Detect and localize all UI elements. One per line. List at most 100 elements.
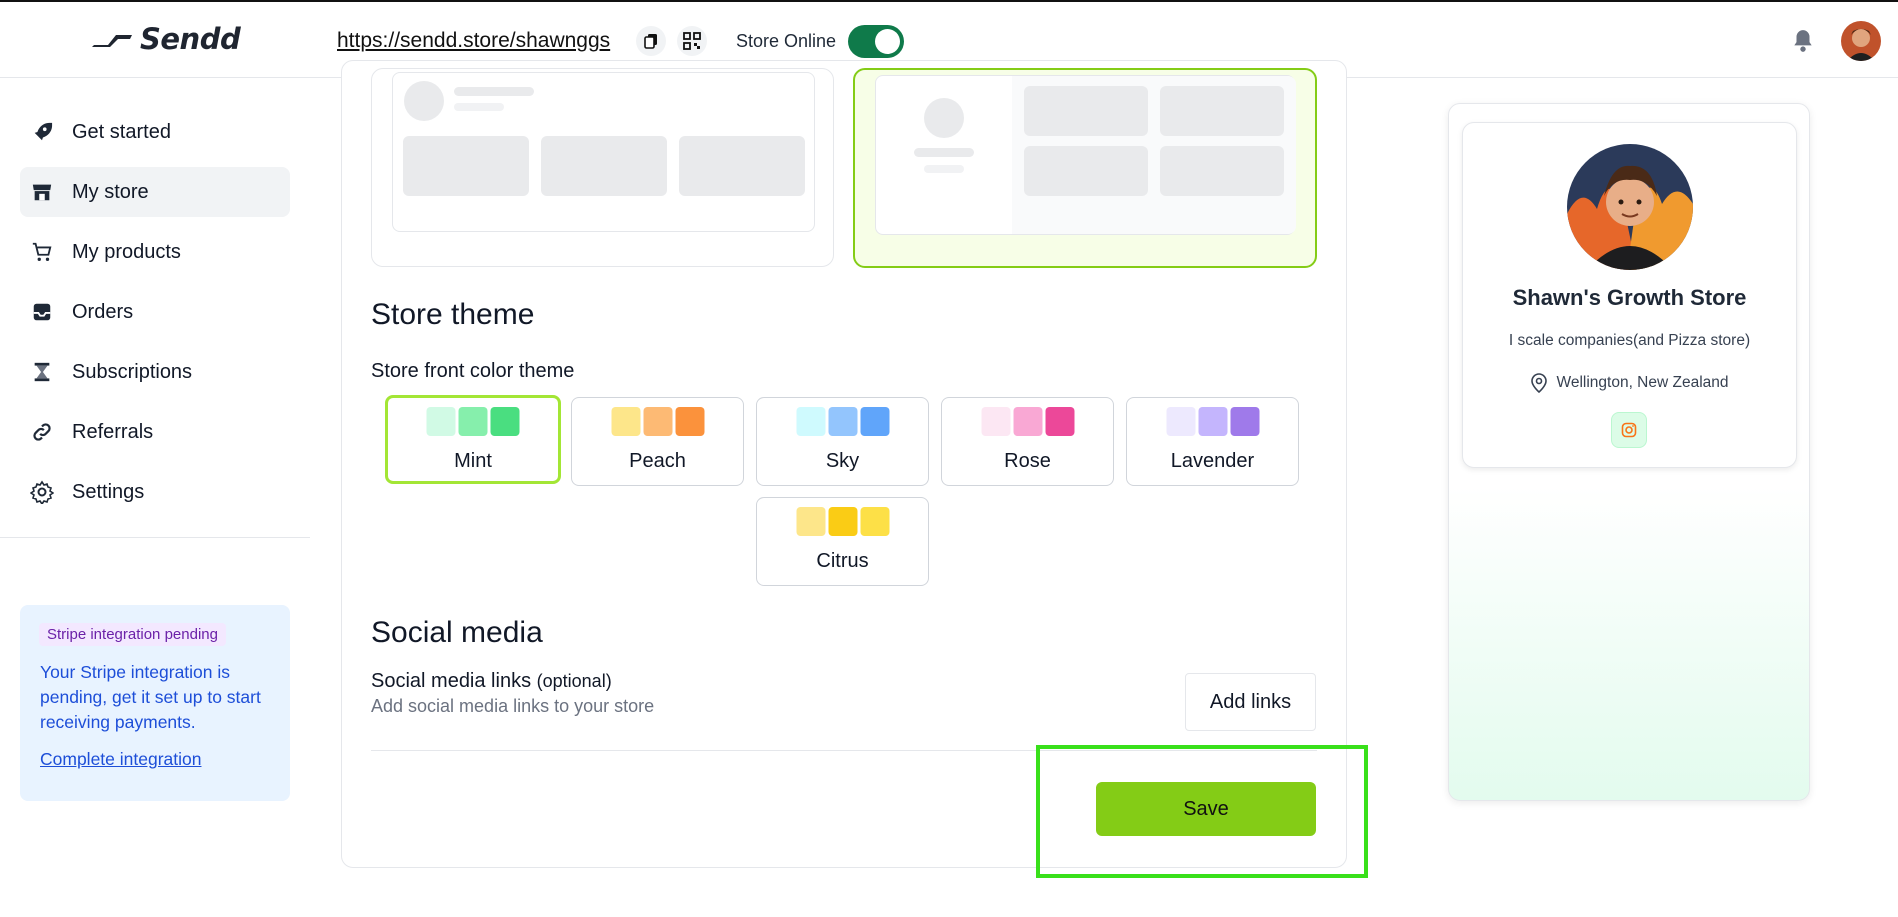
rocket-icon <box>30 120 54 144</box>
sidebar-item-my-products[interactable]: My products <box>20 227 290 277</box>
theme-swatches <box>426 407 520 436</box>
skeleton-avatar <box>404 81 444 121</box>
sidebar-item-label: Subscriptions <box>72 360 193 383</box>
color-swatch <box>1013 407 1042 436</box>
theme-option-peach[interactable]: Peach <box>571 397 744 486</box>
theme-option-label: Peach <box>629 450 686 472</box>
preview-avatar <box>1567 144 1693 270</box>
color-swatch <box>828 407 857 436</box>
skeleton-line <box>454 103 504 111</box>
store-theme-subtitle: Store front color theme <box>371 360 575 382</box>
sidebar-divider <box>0 537 310 538</box>
color-swatch <box>796 407 825 436</box>
color-swatch <box>1166 407 1195 436</box>
sidebar-item-get-started[interactable]: Get started <box>20 107 290 157</box>
logo-text: Sendd <box>140 22 241 56</box>
color-swatch <box>611 407 640 436</box>
preview-store-bio: I scale companies(and Pizza store) <box>1508 332 1751 349</box>
skeleton-block <box>1160 146 1284 196</box>
color-swatch <box>490 407 520 436</box>
stripe-notice: Stripe integration pending Your Stripe i… <box>20 605 290 801</box>
complete-integration-link[interactable]: Complete integration <box>40 749 270 770</box>
sidebar-item-referrals[interactable]: Referrals <box>20 407 290 457</box>
color-swatch <box>1045 407 1074 436</box>
notifications-button[interactable] <box>1790 28 1816 59</box>
theme-option-label: Mint <box>454 450 492 472</box>
logo-mark-icon <box>92 35 132 47</box>
preview-location: Wellington, New Zealand <box>1462 373 1797 393</box>
color-swatch <box>675 407 704 436</box>
optional-label: (optional) <box>536 671 612 691</box>
social-links-heading: Social media links (optional) <box>371 670 612 693</box>
stripe-status-badge: Stripe integration pending <box>39 623 226 646</box>
skeleton-line <box>914 148 974 157</box>
sidebar-item-my-store[interactable]: My store <box>20 167 290 217</box>
location-pin-icon <box>1531 373 1548 393</box>
qr-code-icon <box>683 32 701 50</box>
skeleton-line <box>454 87 534 96</box>
theme-swatches <box>611 407 704 436</box>
preview-store-name: Shawn's Growth Store <box>1512 285 1747 310</box>
skeleton-block <box>679 136 805 196</box>
user-avatar[interactable] <box>1841 21 1881 61</box>
theme-option-label: Lavender <box>1170 450 1255 472</box>
theme-option-sky[interactable]: Sky <box>756 397 929 486</box>
copy-icon <box>644 34 657 49</box>
store-url-link[interactable]: https://sendd.store/shawnggs <box>337 29 610 53</box>
skeleton-line <box>924 165 964 173</box>
color-swatch <box>796 507 825 536</box>
sidebar-item-subscriptions[interactable]: Subscriptions <box>20 347 290 397</box>
qr-code-button[interactable] <box>677 26 707 56</box>
theme-option-mint[interactable]: Mint <box>385 395 561 484</box>
link-icon <box>30 420 54 444</box>
sidebar-item-settings[interactable]: Settings <box>20 467 290 517</box>
preview-location-text: Wellington, New Zealand <box>1556 374 1729 391</box>
sidebar-item-label: Settings <box>72 480 145 503</box>
toggle-knob <box>875 29 900 54</box>
theme-option-lavender[interactable]: Lavender <box>1126 397 1299 486</box>
preview-instagram-link[interactable] <box>1611 412 1647 448</box>
color-swatch <box>1230 407 1259 436</box>
social-links-description: Add social media links to your store <box>371 696 655 716</box>
theme-swatches <box>796 507 889 536</box>
add-links-button[interactable]: Add links <box>1185 673 1316 731</box>
color-swatch <box>426 407 456 436</box>
copy-url-button[interactable] <box>636 26 666 56</box>
avatar-image <box>1841 21 1881 61</box>
color-swatch <box>458 407 488 436</box>
sidebar-item-orders[interactable]: Orders <box>20 287 290 337</box>
theme-option-label: Rose <box>1004 450 1051 472</box>
skeleton-avatar <box>924 98 964 138</box>
theme-option-rose[interactable]: Rose <box>941 397 1114 486</box>
stripe-message: Your Stripe integration is pending, get … <box>40 662 261 732</box>
color-swatch <box>860 507 889 536</box>
sidebar-item-label: Get started <box>72 120 171 143</box>
color-swatch <box>643 407 672 436</box>
layout-option-classic[interactable] <box>371 68 834 267</box>
theme-option-label: Sky <box>825 450 860 472</box>
gear-icon <box>30 480 54 504</box>
sidebar-item-label: My store <box>72 180 149 203</box>
theme-swatches <box>796 407 889 436</box>
skeleton-block <box>1160 86 1284 136</box>
theme-swatches <box>981 407 1074 436</box>
hourglass-icon <box>30 360 54 384</box>
skeleton-block <box>1024 86 1148 136</box>
store-theme-title: Store theme <box>371 298 535 331</box>
theme-option-citrus[interactable]: Citrus <box>756 497 929 586</box>
color-swatch <box>981 407 1010 436</box>
store-icon <box>30 180 54 204</box>
sidebar-item-label: Referrals <box>72 420 154 443</box>
store-online-label: Store Online <box>736 31 837 51</box>
sendd-logo[interactable]: Sendd <box>92 22 241 56</box>
social-links-label: Social media links <box>371 670 532 692</box>
color-swatch <box>860 407 889 436</box>
skeleton-block <box>1024 146 1148 196</box>
social-media-title: Social media <box>371 616 543 649</box>
color-swatch <box>1198 407 1227 436</box>
sidebar-item-label: My products <box>72 240 181 263</box>
layout-option-sidebar[interactable] <box>853 68 1317 268</box>
store-online-toggle[interactable] <box>848 25 904 58</box>
highlight-box <box>1036 745 1368 878</box>
inbox-icon <box>30 300 54 324</box>
